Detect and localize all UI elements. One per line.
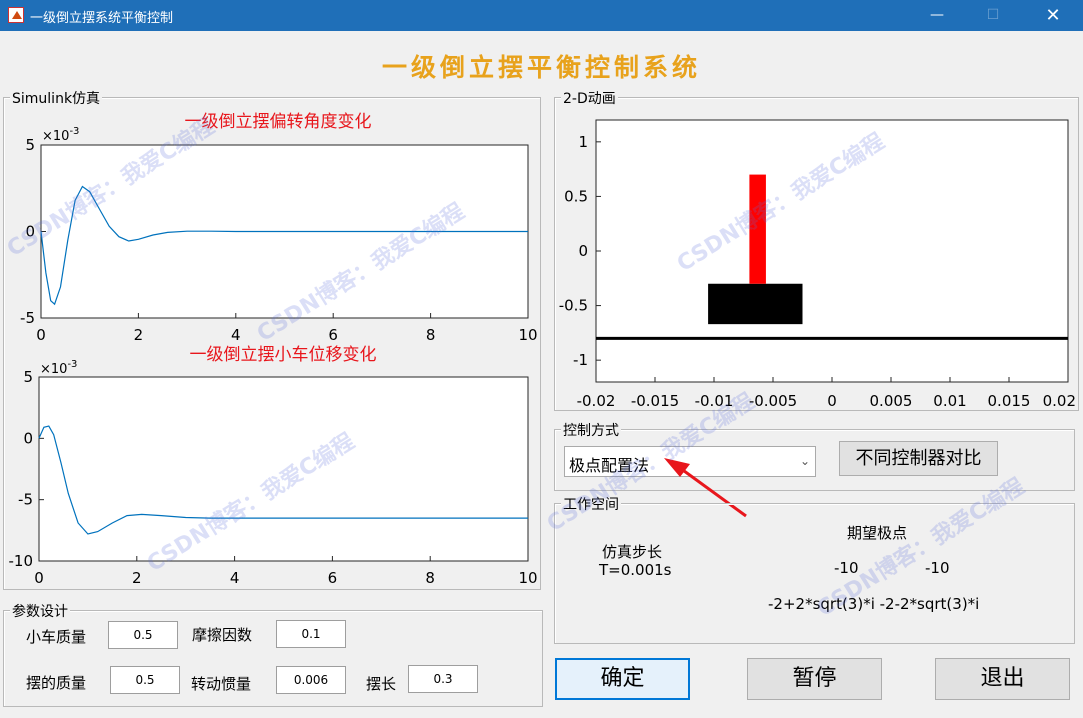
control-panel-legend: 控制方式 — [561, 420, 621, 440]
window-title: 一级倒立摆系统平衡控制 — [30, 11, 174, 26]
pendulum-mass-input[interactable] — [110, 666, 180, 694]
pendulum-mass-label: 摆的质量 — [26, 674, 87, 692]
step-label: 仿真步长 — [602, 543, 663, 561]
compare-controllers-button[interactable]: 不同控制器对比 — [839, 441, 998, 476]
step-value: T=0.001s — [599, 561, 672, 579]
chevron-down-icon[interactable]: ⌄ — [795, 447, 815, 476]
main-title: 一级倒立摆平衡控制系统 — [381, 53, 701, 82]
pole-2: -10 — [925, 559, 950, 577]
inertia-input[interactable] — [276, 666, 346, 694]
maximize-button[interactable]: ☐ — [970, 0, 1016, 31]
exit-button[interactable]: 退出 — [935, 658, 1070, 700]
params-panel-legend: 参数设计 — [10, 601, 70, 621]
confirm-button[interactable]: 确定 — [555, 658, 690, 700]
length-input[interactable] — [408, 665, 478, 693]
animation-panel: 2-D动画 — [554, 88, 1079, 411]
cart-mass-label: 小车质量 — [26, 628, 87, 646]
close-button[interactable]: ✕ — [1030, 0, 1076, 31]
friction-label: 摩擦因数 — [192, 626, 253, 644]
simulink-panel-legend: Simulink仿真 — [10, 88, 103, 108]
animation-panel-legend: 2-D动画 — [561, 88, 618, 108]
minimize-button[interactable]: — — [914, 0, 960, 31]
pause-button[interactable]: 暂停 — [747, 658, 882, 700]
friction-input[interactable] — [276, 620, 346, 648]
poles-complex: -2+2*sqrt(3)*i -2-2*sqrt(3)*i — [768, 595, 980, 613]
cart-mass-input[interactable] — [108, 621, 178, 649]
window-titlebar: 一级倒立摆系统平衡控制 — ☐ ✕ — [0, 0, 1083, 31]
inertia-label: 转动惯量 — [191, 675, 252, 693]
length-label: 摆长 — [366, 675, 397, 693]
matlab-icon — [8, 7, 24, 23]
